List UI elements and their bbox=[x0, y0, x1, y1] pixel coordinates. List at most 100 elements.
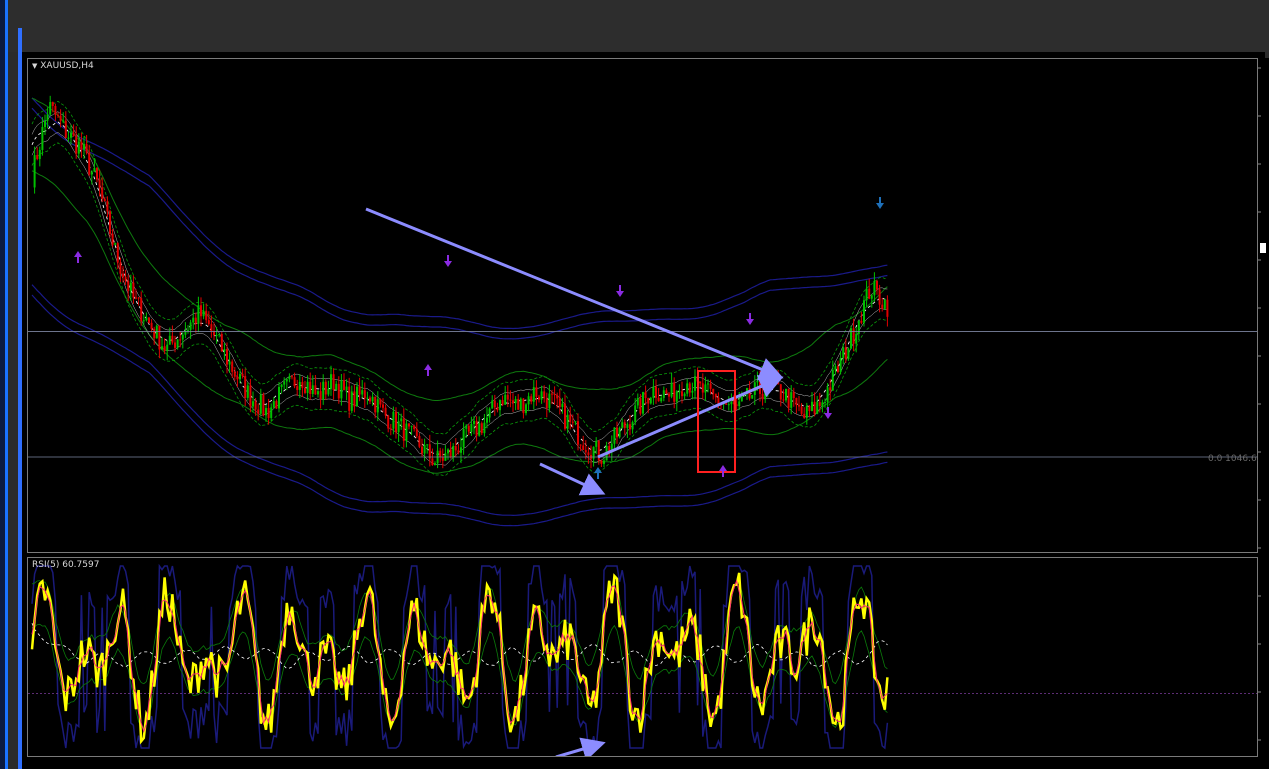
candle-body bbox=[358, 386, 361, 395]
candle-body bbox=[694, 376, 696, 391]
candle-body bbox=[501, 400, 504, 405]
candle-body bbox=[730, 401, 733, 405]
candle-body bbox=[691, 390, 694, 393]
candle-body bbox=[410, 425, 413, 427]
candle-body bbox=[795, 398, 798, 406]
candle-body bbox=[704, 384, 707, 393]
candle-body bbox=[106, 201, 109, 212]
candle-body bbox=[483, 422, 486, 434]
candle-body bbox=[259, 394, 262, 414]
candle-body bbox=[153, 328, 156, 339]
candle-body bbox=[527, 396, 530, 405]
candle-body bbox=[332, 374, 335, 390]
candle-body bbox=[376, 399, 379, 413]
green-band-upper bbox=[31, 97, 888, 401]
candle-body bbox=[309, 381, 312, 395]
candle-body bbox=[634, 405, 637, 423]
candle-body bbox=[837, 366, 839, 373]
candle-body bbox=[844, 347, 847, 360]
candle-body bbox=[514, 398, 517, 404]
dropdown-triangle-icon[interactable]: ▼ bbox=[32, 62, 37, 70]
candle-body bbox=[831, 369, 834, 391]
candle-body bbox=[382, 404, 384, 408]
candle-body bbox=[387, 415, 390, 429]
candle-body bbox=[270, 407, 273, 418]
candle-body bbox=[629, 424, 631, 430]
candle-body bbox=[132, 282, 135, 298]
candle-body bbox=[751, 394, 754, 399]
candle-body bbox=[439, 450, 442, 458]
candle-body bbox=[421, 446, 423, 454]
candle-body bbox=[647, 398, 650, 404]
candle-body bbox=[57, 114, 59, 116]
candle-body bbox=[49, 102, 52, 115]
candle-body bbox=[101, 187, 104, 199]
candle-body bbox=[252, 401, 254, 407]
candle-body bbox=[447, 449, 449, 454]
candle-body bbox=[44, 120, 46, 127]
candle-body bbox=[116, 243, 119, 263]
candle-body bbox=[254, 401, 257, 410]
candle-body bbox=[818, 402, 821, 407]
candle-body bbox=[662, 390, 665, 398]
candle-body bbox=[764, 391, 767, 400]
candle-body bbox=[852, 328, 855, 344]
candle-body bbox=[881, 304, 884, 309]
candle-body bbox=[551, 393, 553, 395]
up-arrow-icon bbox=[424, 364, 432, 376]
candle-body bbox=[613, 427, 616, 444]
candle-body bbox=[530, 396, 533, 402]
candle-body bbox=[327, 388, 330, 395]
candle-body bbox=[675, 391, 678, 402]
candle-body bbox=[96, 167, 98, 180]
price-chart-panel[interactable]: ▼ XAUUSD,H4 0.0 1046.62 bbox=[27, 58, 1262, 553]
candle-body bbox=[272, 401, 275, 408]
candle-body bbox=[626, 424, 629, 428]
candle-body bbox=[535, 387, 538, 397]
candle-body bbox=[668, 393, 670, 397]
candle-body bbox=[122, 273, 124, 278]
candle-body bbox=[109, 211, 111, 234]
candle-body bbox=[181, 334, 184, 340]
candle-body bbox=[616, 427, 618, 438]
grey-ma-upper bbox=[31, 111, 888, 445]
candle-body bbox=[517, 398, 520, 410]
candle-body bbox=[707, 383, 709, 385]
candle-body bbox=[569, 414, 572, 422]
candle-body bbox=[790, 392, 793, 408]
rsi-label: RSI(5) 60.7597 bbox=[32, 560, 100, 570]
candle-body bbox=[725, 403, 728, 405]
candle-body bbox=[111, 233, 114, 245]
rsi-panel[interactable]: RSI(5) 60.7597 bbox=[27, 557, 1258, 757]
candle-body bbox=[860, 320, 863, 323]
candle-body bbox=[207, 320, 210, 325]
candle-body bbox=[460, 447, 462, 453]
candle-body bbox=[155, 325, 158, 339]
candle-body bbox=[488, 408, 491, 418]
candle-body bbox=[803, 413, 806, 418]
candle-body bbox=[545, 398, 548, 409]
candle-body bbox=[166, 344, 169, 351]
candle-body bbox=[158, 325, 161, 350]
candle-body bbox=[824, 401, 826, 403]
candle-body bbox=[176, 339, 179, 348]
candle-body bbox=[756, 380, 759, 383]
candle-body bbox=[467, 425, 470, 432]
green-band-lower bbox=[31, 170, 888, 474]
price-scale[interactable] bbox=[1258, 58, 1269, 769]
candle-body bbox=[829, 387, 832, 391]
candle-body bbox=[215, 335, 218, 337]
candle-body bbox=[855, 333, 858, 344]
candle-body bbox=[525, 404, 527, 414]
candle-body bbox=[148, 317, 150, 323]
candle-body bbox=[686, 383, 689, 394]
candle-body bbox=[361, 390, 364, 395]
candle-body bbox=[886, 299, 889, 317]
candle-body bbox=[228, 361, 231, 365]
candle-body bbox=[587, 452, 590, 455]
candle-body bbox=[475, 420, 478, 436]
candle-body bbox=[161, 346, 163, 350]
candle-body bbox=[231, 361, 234, 372]
candle-body bbox=[384, 407, 387, 416]
candle-body bbox=[93, 167, 96, 172]
